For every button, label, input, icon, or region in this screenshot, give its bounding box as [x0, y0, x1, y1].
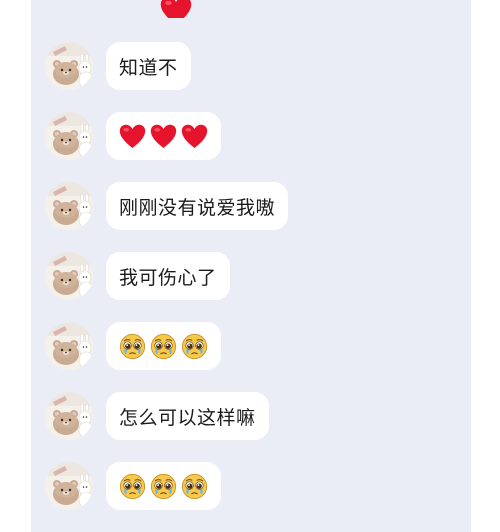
emoji-group	[119, 473, 208, 500]
bear-avatar-icon	[45, 462, 93, 510]
emoji-group	[119, 333, 208, 360]
emoji-group	[119, 124, 208, 149]
message-bubble[interactable]	[106, 462, 221, 510]
red-heart-icon	[150, 124, 177, 149]
pleading-face-icon	[119, 333, 146, 360]
avatar[interactable]	[45, 182, 93, 230]
bear-avatar-icon	[45, 182, 93, 230]
bear-avatar-icon	[45, 392, 93, 440]
avatar[interactable]	[45, 462, 93, 510]
pleading-face-icon	[150, 473, 177, 500]
message-text: 我可伤心了	[119, 266, 217, 289]
message-bubble[interactable]: 我可伤心了	[106, 252, 230, 300]
avatar[interactable]	[45, 322, 93, 370]
message-bubble[interactable]: 怎么可以这样嘛	[106, 392, 269, 440]
partial-heart-icon	[159, 0, 193, 18]
avatar[interactable]	[45, 252, 93, 300]
message-text: 刚刚没有说爱我嗷	[119, 196, 276, 219]
avatar[interactable]	[45, 392, 93, 440]
avatar[interactable]	[45, 42, 93, 90]
message-bubble[interactable]: 刚刚没有说爱我嗷	[106, 182, 289, 230]
message-bubble[interactable]: 知道不	[106, 42, 191, 90]
pleading-face-icon	[181, 473, 208, 500]
pleading-face-icon	[150, 333, 177, 360]
bear-avatar-icon	[45, 252, 93, 300]
pleading-face-icon	[119, 473, 146, 500]
chat-screen: 知道不 刚刚没有说爱我嗷 我可伤心了 怎么可以这样嘛	[0, 0, 500, 532]
red-heart-icon	[119, 124, 146, 149]
chat-message-list[interactable]: 知道不 刚刚没有说爱我嗷 我可伤心了 怎么可以这样嘛	[31, 0, 471, 532]
message-text: 知道不	[119, 56, 178, 79]
message-bubble[interactable]	[106, 112, 221, 160]
message-text: 怎么可以这样嘛	[119, 406, 256, 429]
red-heart-icon	[181, 124, 208, 149]
bear-avatar-icon	[45, 322, 93, 370]
message-bubble[interactable]	[106, 322, 221, 370]
bear-avatar-icon	[45, 112, 93, 160]
bear-avatar-icon	[45, 42, 93, 90]
pleading-face-icon	[181, 333, 208, 360]
avatar[interactable]	[45, 112, 93, 160]
